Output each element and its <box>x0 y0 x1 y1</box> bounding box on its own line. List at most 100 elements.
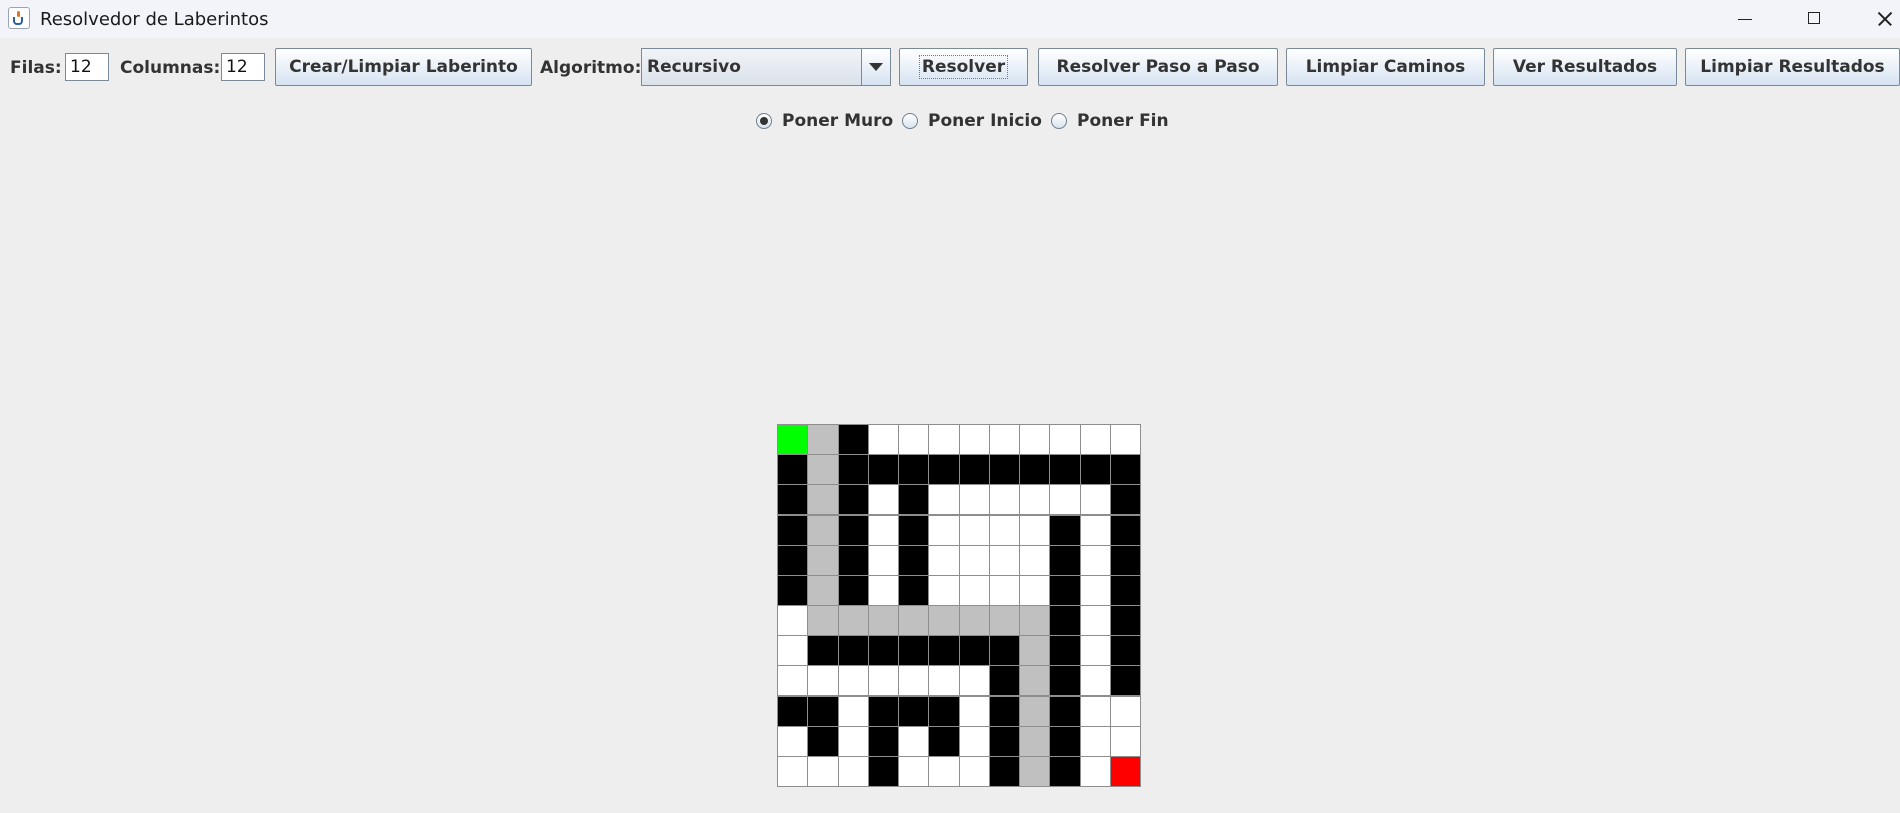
maze-cell-path[interactable] <box>988 605 1020 637</box>
maze-cell-empty[interactable] <box>988 574 1020 606</box>
maze-cell-wall[interactable] <box>898 484 930 516</box>
maze-cell-wall[interactable] <box>1049 665 1081 697</box>
maze-cell-empty[interactable] <box>1079 755 1111 787</box>
maze-cell-empty[interactable] <box>898 424 930 456</box>
maze-cell-empty[interactable] <box>1079 424 1111 456</box>
maze-cell-empty[interactable] <box>1019 424 1051 456</box>
maze-cell-empty[interactable] <box>867 665 899 697</box>
maze-cell-wall[interactable] <box>867 695 899 727</box>
maze-cell-wall[interactable] <box>1049 544 1081 576</box>
maze-cell-path[interactable] <box>807 605 839 637</box>
maze-cell-empty[interactable] <box>1079 544 1111 576</box>
maze-cell-wall[interactable] <box>988 725 1020 757</box>
maze-cell-wall[interactable] <box>1049 635 1081 667</box>
maze-cell-empty[interactable] <box>988 424 1020 456</box>
maze-cell-wall[interactable] <box>1109 574 1141 606</box>
maze-cell-empty[interactable] <box>1019 484 1051 516</box>
maze-cell-start[interactable] <box>777 424 809 456</box>
columns-input[interactable] <box>221 53 265 81</box>
maze-cell-empty[interactable] <box>1109 725 1141 757</box>
maze-cell-wall[interactable] <box>867 755 899 787</box>
maze-cell-path[interactable] <box>1019 635 1051 667</box>
maze-cell-wall[interactable] <box>1049 725 1081 757</box>
maze-cell-empty[interactable] <box>837 695 869 727</box>
maze-cell-wall[interactable] <box>807 695 839 727</box>
maze-cell-empty[interactable] <box>837 755 869 787</box>
view-results-button[interactable]: Ver Resultados <box>1493 48 1677 86</box>
maze-grid[interactable] <box>777 424 1141 787</box>
maze-cell-end[interactable] <box>1109 755 1141 787</box>
maze-cell-wall[interactable] <box>1049 605 1081 637</box>
maze-cell-empty[interactable] <box>928 424 960 456</box>
maze-cell-empty[interactable] <box>1079 574 1111 606</box>
maze-cell-empty[interactable] <box>928 484 960 516</box>
maze-cell-wall[interactable] <box>867 635 899 667</box>
maze-cell-wall[interactable] <box>1109 635 1141 667</box>
maze-cell-empty[interactable] <box>1109 424 1141 456</box>
maze-cell-wall[interactable] <box>1109 484 1141 516</box>
maze-cell-wall[interactable] <box>898 695 930 727</box>
maze-cell-wall[interactable] <box>928 454 960 486</box>
maze-cell-wall[interactable] <box>777 574 809 606</box>
clear-results-button[interactable]: Limpiar Resultados <box>1685 48 1900 86</box>
maze-cell-wall[interactable] <box>1019 454 1051 486</box>
maze-cell-empty[interactable] <box>898 725 930 757</box>
maze-cell-wall[interactable] <box>988 755 1020 787</box>
maze-cell-wall[interactable] <box>777 454 809 486</box>
maze-cell-empty[interactable] <box>867 544 899 576</box>
maze-cell-path[interactable] <box>807 544 839 576</box>
maze-cell-empty[interactable] <box>867 574 899 606</box>
maze-cell-empty[interactable] <box>1079 514 1111 546</box>
maze-cell-empty[interactable] <box>958 574 990 606</box>
maze-cell-empty[interactable] <box>867 514 899 546</box>
maze-cell-wall[interactable] <box>1049 695 1081 727</box>
maze-cell-path[interactable] <box>867 605 899 637</box>
maze-cell-wall[interactable] <box>988 695 1020 727</box>
maze-cell-path[interactable] <box>837 605 869 637</box>
maze-cell-wall[interactable] <box>898 454 930 486</box>
radio-put-start[interactable]: Poner Inicio <box>902 110 1042 132</box>
maze-cell-empty[interactable] <box>988 514 1020 546</box>
maze-cell-empty[interactable] <box>958 544 990 576</box>
maze-cell-path[interactable] <box>807 454 839 486</box>
maze-cell-wall[interactable] <box>777 544 809 576</box>
maze-cell-empty[interactable] <box>958 514 990 546</box>
maze-cell-path[interactable] <box>807 484 839 516</box>
maze-cell-wall[interactable] <box>807 725 839 757</box>
radio-indicator[interactable] <box>902 113 918 129</box>
maze-cell-wall[interactable] <box>837 454 869 486</box>
maze-cell-empty[interactable] <box>958 424 990 456</box>
maze-cell-wall[interactable] <box>777 514 809 546</box>
maze-cell-wall[interactable] <box>837 574 869 606</box>
maze-cell-wall[interactable] <box>958 454 990 486</box>
maze-cell-empty[interactable] <box>1019 574 1051 606</box>
maze-cell-empty[interactable] <box>958 665 990 697</box>
maze-cell-empty[interactable] <box>988 544 1020 576</box>
maze-cell-empty[interactable] <box>958 695 990 727</box>
maze-cell-wall[interactable] <box>1109 514 1141 546</box>
maze-cell-wall[interactable] <box>898 574 930 606</box>
maze-cell-empty[interactable] <box>837 725 869 757</box>
chevron-down-icon[interactable] <box>861 49 890 85</box>
maze-cell-path[interactable] <box>807 514 839 546</box>
maze-cell-empty[interactable] <box>867 424 899 456</box>
create-clear-maze-button[interactable]: Crear/Limpiar Laberinto <box>275 48 532 86</box>
maze-cell-wall[interactable] <box>1079 454 1111 486</box>
maze-cell-path[interactable] <box>1019 665 1051 697</box>
maze-cell-empty[interactable] <box>1079 635 1111 667</box>
maze-cell-path[interactable] <box>928 605 960 637</box>
maze-cell-wall[interactable] <box>1049 755 1081 787</box>
radio-put-wall[interactable]: Poner Muro <box>756 110 893 132</box>
maze-cell-path[interactable] <box>1019 725 1051 757</box>
maze-cell-wall[interactable] <box>837 635 869 667</box>
maze-cell-wall[interactable] <box>898 635 930 667</box>
maze-cell-empty[interactable] <box>807 665 839 697</box>
minimize-icon[interactable] <box>1716 0 1772 38</box>
maze-cell-path[interactable] <box>807 574 839 606</box>
maze-cell-empty[interactable] <box>1079 665 1111 697</box>
maze-cell-empty[interactable] <box>958 755 990 787</box>
maze-cell-wall[interactable] <box>1049 454 1081 486</box>
maze-cell-empty[interactable] <box>958 484 990 516</box>
maze-cell-empty[interactable] <box>928 665 960 697</box>
maze-cell-empty[interactable] <box>928 544 960 576</box>
